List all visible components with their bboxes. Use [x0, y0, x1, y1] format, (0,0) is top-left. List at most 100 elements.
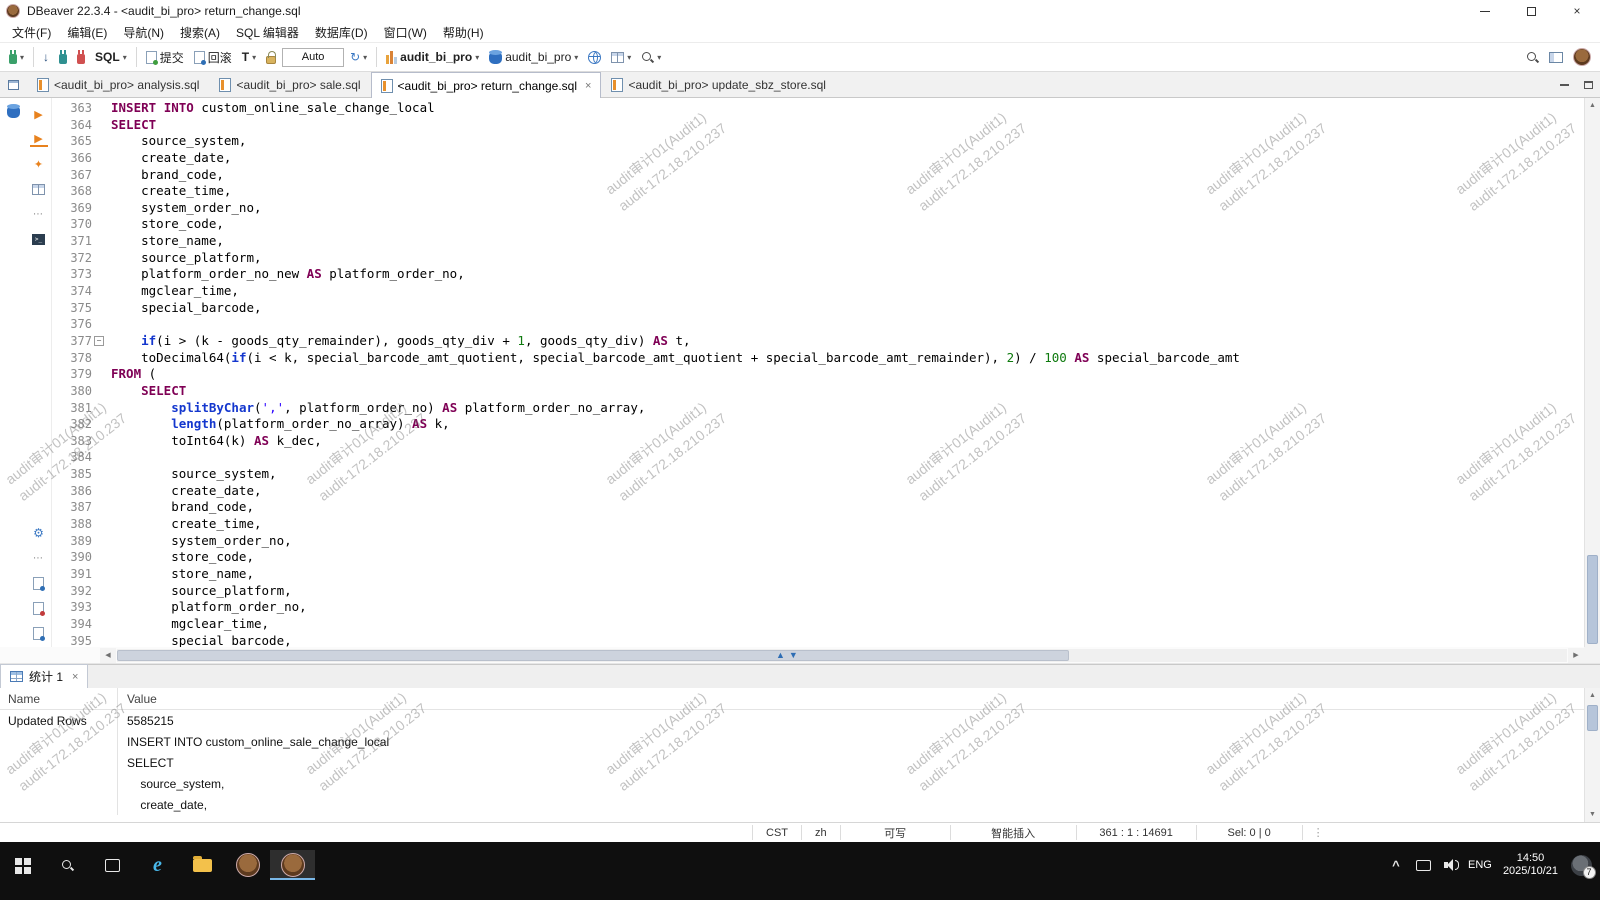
scroll-thumb[interactable] — [1587, 705, 1598, 731]
code-line[interactable]: store_name, — [111, 566, 1584, 583]
file-explorer-button[interactable] — [180, 850, 225, 880]
code-line[interactable] — [111, 449, 1584, 466]
disconnect-button[interactable] — [73, 45, 89, 69]
code-line[interactable]: INSERT INTO custom_online_sale_change_lo… — [111, 100, 1584, 117]
status-insert-mode[interactable]: 智能插入 — [951, 825, 1077, 840]
code-line[interactable]: create_date, — [111, 483, 1584, 500]
fold-collapse-icon[interactable]: − — [94, 336, 104, 346]
new-connection-button[interactable]: ▾ — [5, 45, 28, 69]
scroll-left-arrow[interactable]: ◀ — [100, 648, 116, 663]
close-button[interactable]: × — [1554, 0, 1600, 22]
language-indicator[interactable]: ENG — [1467, 850, 1493, 880]
refresh-button[interactable]: ↻▾ — [346, 45, 371, 69]
down-arrow-button[interactable]: ↓ — [39, 45, 53, 69]
stats-vertical-scrollbar[interactable]: ▲ ▼ — [1584, 688, 1600, 822]
code-line[interactable]: toInt64(k) AS k_dec, — [111, 433, 1584, 450]
touch-keyboard-button[interactable] — [1411, 850, 1437, 880]
code-line[interactable]: special_barcode, — [111, 633, 1584, 648]
menu-search[interactable]: 搜索(A) — [172, 22, 228, 43]
menu-database[interactable]: 数据库(D) — [307, 22, 376, 43]
more-actions-button[interactable]: ⋯ — [30, 206, 48, 222]
stats-tab-close-icon[interactable]: × — [72, 671, 78, 683]
rollback-button[interactable]: 回滚 — [190, 45, 236, 69]
grid-menu-button[interactable]: ▾ — [607, 45, 635, 69]
menu-window[interactable]: 窗口(W) — [376, 22, 435, 43]
code-line[interactable]: brand_code, — [111, 167, 1584, 184]
statusbar-menu-icon[interactable]: ⋮ — [1313, 826, 1324, 839]
status-language[interactable]: zh — [802, 825, 841, 840]
start-button[interactable] — [0, 850, 45, 880]
code-line[interactable]: brand_code, — [111, 499, 1584, 516]
stats-tab[interactable]: 统计 1 × — [0, 664, 88, 688]
dbeaver-taskbar-button-active[interactable] — [270, 850, 315, 880]
code-line[interactable]: platform_order_no_new AS platform_order_… — [111, 266, 1584, 283]
maximize-editor-button[interactable] — [1576, 72, 1600, 97]
code-line[interactable]: mgclear_time, — [111, 283, 1584, 300]
stats-row-1[interactable]: Updated Rows5585215 — [0, 710, 1584, 731]
editor-horizontal-scrollbar[interactable]: ◀ ▶ ▲▼ — [0, 647, 1600, 664]
sash-down-icon[interactable]: ▼ — [789, 649, 798, 661]
toggle-panels-button[interactable] — [1545, 45, 1567, 69]
code-line[interactable]: splitByChar(',', platform_order_no) AS p… — [111, 400, 1584, 417]
scroll-right-arrow[interactable]: ▶ — [1568, 648, 1584, 663]
fetch-grid-button[interactable] — [30, 181, 48, 197]
code-line[interactable]: create_time, — [111, 516, 1584, 533]
taskbar-search-button[interactable] — [45, 850, 90, 880]
tab-close-icon[interactable]: × — [585, 80, 591, 92]
lock-button[interactable] — [262, 45, 280, 69]
menu-sql-editor[interactable]: SQL 编辑器 — [228, 22, 307, 43]
code-line[interactable]: system_order_no, — [111, 200, 1584, 217]
scroll-track[interactable] — [1585, 703, 1600, 807]
scroll-up-arrow[interactable]: ▲ — [1585, 688, 1600, 703]
tray-expand-button[interactable]: ^ — [1383, 850, 1409, 880]
code-line[interactable]: source_platform, — [111, 250, 1584, 267]
code-line[interactable]: system_order_no, — [111, 533, 1584, 550]
minimize-button[interactable] — [1462, 0, 1508, 22]
stats-row-3[interactable]: SELECT — [0, 752, 1584, 773]
code-line[interactable]: if(i > (k - goods_qty_remainder), goods_… — [111, 333, 1584, 350]
code-line[interactable]: special_barcode, — [111, 300, 1584, 317]
code-line[interactable]: source_system, — [111, 466, 1584, 483]
quick-search-button[interactable] — [1522, 45, 1543, 69]
connection-selector[interactable]: audit_bi_pro▾ — [382, 45, 483, 69]
code-line[interactable]: source_platform, — [111, 583, 1584, 600]
search-menu-button[interactable]: ▾ — [637, 45, 665, 69]
stats-header-value[interactable]: Value — [118, 692, 1584, 706]
menu-file[interactable]: 文件(F) — [4, 22, 59, 43]
volume-button[interactable] — [1439, 850, 1465, 880]
database-navigator-icon[interactable] — [7, 107, 20, 118]
taskbar-clock[interactable]: 14:50 2025/10/21 — [1495, 852, 1566, 878]
scroll-thumb[interactable] — [1587, 555, 1598, 644]
task-view-button[interactable] — [90, 850, 135, 880]
code-line[interactable]: source_system, — [111, 133, 1584, 150]
code-line[interactable]: length(platform_order_no_array) AS k, — [111, 416, 1584, 433]
query-manager-button[interactable] — [30, 625, 48, 641]
notification-app-button[interactable]: 7 — [1568, 850, 1594, 880]
scroll-down-arrow[interactable]: ▼ — [1585, 807, 1600, 822]
scroll-track[interactable] — [1585, 113, 1600, 632]
globe-button[interactable] — [584, 45, 605, 69]
code-line[interactable]: create_date, — [111, 150, 1584, 167]
auto-commit-combo[interactable]: Auto — [282, 48, 344, 67]
menu-navigate[interactable]: 导航(N) — [115, 22, 172, 43]
more-views-button[interactable]: ⋯ — [30, 550, 48, 566]
editor-tab-1[interactable]: <audit_bi_pro> analysis.sql — [27, 72, 209, 97]
code-line[interactable]: mgclear_time, — [111, 616, 1584, 633]
log-view-button[interactable] — [30, 600, 48, 616]
editor-tab-2[interactable]: <audit_bi_pro> sale.sql — [209, 72, 370, 97]
code-line[interactable]: SELECT — [111, 117, 1584, 134]
output-view-button[interactable] — [30, 575, 48, 591]
code-line[interactable]: create_time, — [111, 183, 1584, 200]
settings-gear-button[interactable]: ⚙ — [30, 525, 48, 541]
minimize-editor-button[interactable] — [1552, 72, 1576, 97]
menu-help[interactable]: 帮助(H) — [435, 22, 492, 43]
restore-panes-button[interactable] — [0, 72, 27, 97]
stats-row-2[interactable]: INSERT INTO custom_online_sale_change_lo… — [0, 731, 1584, 752]
explain-plan-button[interactable]: ✦ — [30, 156, 48, 172]
hscroll-track[interactable] — [117, 649, 1567, 662]
code-line[interactable]: platform_order_no, — [111, 599, 1584, 616]
commit-button[interactable]: 提交 — [142, 45, 188, 69]
execute-script-button[interactable]: ▶ — [30, 131, 48, 147]
editor-vertical-scrollbar[interactable]: ▲ ▼ — [1584, 98, 1600, 647]
sql-editor-menu-button[interactable]: SQL▾ — [91, 45, 131, 69]
